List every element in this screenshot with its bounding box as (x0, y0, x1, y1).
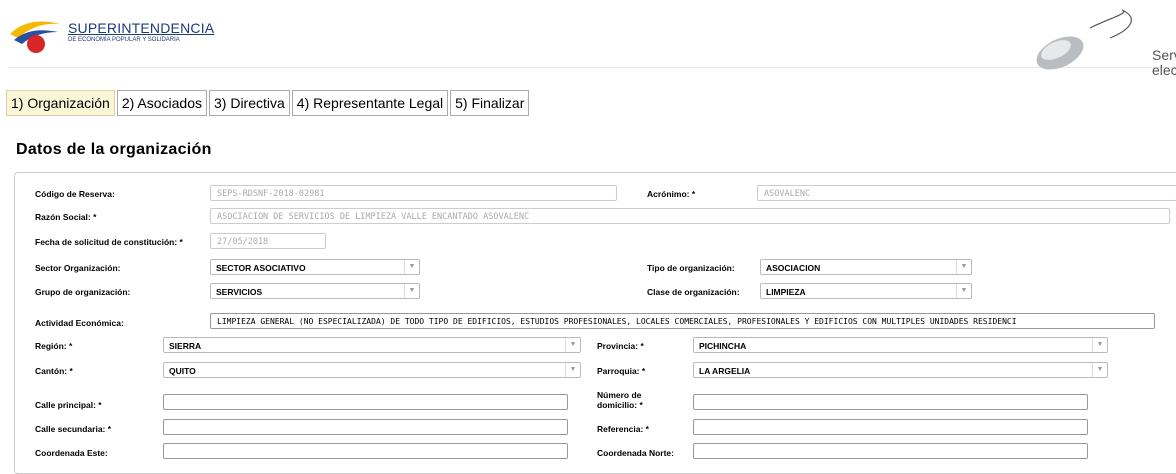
clase-organizacion-label: Clase de organización: (647, 287, 740, 297)
chevron-down-icon: ▼ (956, 260, 971, 274)
canton-value: QUITO (169, 366, 196, 376)
header: SUPERINTENDENCIA DE ECONOMÍA POPULAR Y S… (0, 0, 1176, 78)
referencia-label: Referencia: * (597, 424, 649, 434)
calle-principal-label: Calle principal: * (35, 400, 102, 410)
acronimo-field[interactable]: ASOVALENC (757, 185, 1176, 201)
actividad-economica-label: Actividad Económica: (35, 318, 124, 328)
tab-representante-legal[interactable]: 4) Representante Legal (291, 90, 449, 116)
calle-secundaria-label: Calle secundaria: * (35, 424, 112, 434)
canton-select[interactable]: QUITO ▼ (163, 362, 581, 378)
acronimo-label: Acrónimo: * (647, 189, 696, 199)
header-right-text-2: electró (1152, 62, 1176, 78)
provincia-label: Provincia: * (597, 341, 644, 351)
provincia-value: PICHINCHA (699, 341, 747, 351)
header-divider (8, 67, 1176, 68)
tipo-organizacion-select[interactable]: ASOCIACION ▼ (760, 259, 972, 275)
grupo-organizacion-value: SERVICIOS (216, 287, 263, 297)
chevron-down-icon: ▼ (565, 338, 580, 352)
chevron-down-icon: ▼ (404, 284, 419, 298)
seps-logo-icon (10, 21, 60, 53)
razon-social-field[interactable]: ASOCIACION DE SERVICIOS DE LIMPIEZA VALL… (210, 208, 1170, 224)
parroquia-label: Parroquia: * (597, 366, 646, 376)
calle-secundaria-field[interactable] (163, 419, 568, 435)
fecha-solicitud-label: Fecha de solicitud de constitución: * (35, 237, 183, 247)
sector-organizacion-select[interactable]: SECTOR ASOCIATIVO ▼ (210, 259, 420, 275)
tipo-organizacion-value: ASOCIACION (766, 263, 821, 273)
chevron-down-icon: ▼ (404, 260, 419, 274)
page-title: Datos de la organización (16, 141, 212, 158)
codigo-reserva-label: Código de Reserva: (35, 189, 115, 199)
tab-directiva[interactable]: 3) Directiva (209, 90, 290, 116)
clase-organizacion-select[interactable]: LIMPIEZA ▼ (760, 283, 972, 299)
organization-form: Código de Reserva: SEPS-RDSNF-2018-02981… (14, 172, 1176, 474)
canton-label: Cantón: * (35, 366, 73, 376)
numero-domicilio-field[interactable] (693, 394, 1088, 410)
provincia-select[interactable]: PICHINCHA ▼ (693, 337, 1108, 353)
chevron-down-icon: ▼ (956, 284, 971, 298)
numero-domicilio-label: Número de domicilio: * (597, 390, 643, 410)
tab-finalizar[interactable]: 5) Finalizar (450, 90, 530, 116)
chevron-down-icon: ▼ (1092, 338, 1107, 352)
logo-subtitle: DE ECONOMÍA POPULAR Y SOLIDARIA (68, 37, 180, 43)
tab-asociados[interactable]: 2) Asociados (116, 90, 207, 116)
region-select[interactable]: SIERRA ▼ (163, 337, 581, 353)
wizard-tabs: 1) Organización 2) Asociados 3) Directiv… (6, 90, 531, 116)
grupo-organizacion-label: Grupo de organización: (35, 287, 131, 297)
fecha-solicitud-field[interactable]: 27/05/2018 (210, 233, 326, 249)
mouse-icon (1036, 9, 1132, 70)
grupo-organizacion-select[interactable]: SERVICIOS ▼ (210, 283, 420, 299)
razon-social-label: Razón Social: * (35, 212, 97, 222)
sector-organizacion-label: Sector Organización: (35, 263, 121, 273)
header-right-text-1: Serv (1152, 47, 1176, 63)
referencia-field[interactable] (693, 419, 1088, 435)
sector-organizacion-value: SECTOR ASOCIATIVO (216, 263, 306, 273)
tipo-organizacion-label: Tipo de organización: (647, 263, 735, 273)
logo-title: SUPERINTENDENCIA (68, 20, 215, 36)
actividad-economica-field[interactable]: LIMPIEZA GENERAL (NO ESPECIALIZADA) DE T… (210, 313, 1155, 329)
parroquia-select[interactable]: LA ARGELIA ▼ (693, 362, 1108, 378)
chevron-down-icon: ▼ (565, 363, 580, 377)
region-label: Región: * (35, 341, 73, 351)
parroquia-value: LA ARGELIA (699, 366, 751, 376)
calle-principal-field[interactable] (163, 394, 568, 410)
chevron-down-icon: ▼ (1092, 363, 1107, 377)
tab-organizacion[interactable]: 1) Organización (6, 90, 115, 116)
codigo-reserva-field[interactable]: SEPS-RDSNF-2018-02981 (210, 185, 617, 201)
region-value: SIERRA (169, 341, 202, 351)
clase-organizacion-value: LIMPIEZA (766, 287, 806, 297)
header-right-text: Serv electró (1152, 48, 1176, 78)
